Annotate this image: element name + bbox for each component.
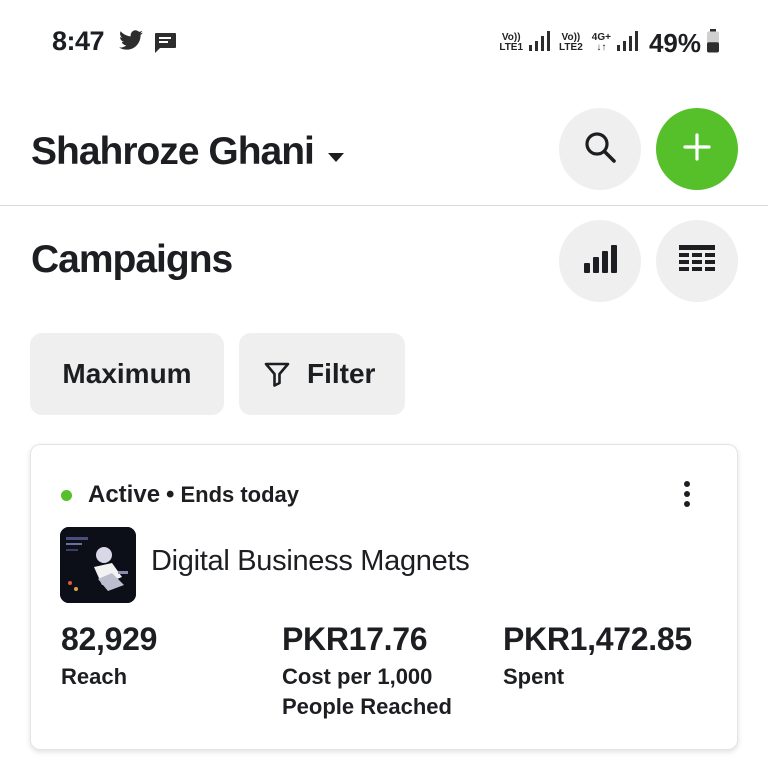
campaign-name: Digital Business Magnets — [151, 545, 470, 577]
table-view-button[interactable] — [656, 220, 738, 302]
metric-label: Reach — [61, 664, 128, 689]
account-dropdown-icon[interactable] — [328, 150, 344, 168]
metric-label: Spent — [503, 664, 565, 689]
filter-label: Filter — [307, 358, 376, 389]
plus-icon — [682, 132, 712, 167]
sim2-network-label: LTE2 — [559, 42, 583, 53]
signal-strength-icon — [528, 30, 551, 57]
header-divider — [0, 205, 768, 206]
sim1-label: Vo)) LTE1 — [499, 33, 523, 53]
search-icon — [582, 129, 618, 170]
account-name[interactable]: Shahroze Ghani — [31, 130, 315, 174]
metric-spent: PKR1,472.85 Spent — [503, 621, 692, 692]
date-range-button[interactable]: Maximum — [30, 333, 224, 415]
filter-button[interactable]: Filter — [239, 333, 405, 415]
campaign-thumbnail — [60, 527, 136, 603]
more-options-icon[interactable] — [677, 481, 697, 511]
metric-value: PKR17.76 — [282, 621, 428, 657]
sim2-label: Vo)) LTE2 — [559, 33, 583, 53]
metric-cost-per-reach: PKR17.76 Cost per 1,000 People Reached — [282, 621, 472, 722]
status-indicators: Vo)) LTE1 Vo)) LTE2 4G+ ↓↑ 49% — [499, 26, 720, 60]
account-header: Shahroze Ghani — [0, 106, 768, 204]
status-separator: • — [166, 481, 175, 508]
message-bubble-icon — [153, 32, 177, 59]
sim1-network-label: LTE1 — [499, 42, 524, 53]
status-dot — [61, 489, 72, 501]
metric-reach: 82,929 Reach — [61, 621, 157, 692]
battery-percent: 49% — [648, 27, 701, 58]
campaign-card[interactable]: Active • Ends today Digital Business Mag… — [30, 444, 738, 750]
date-range-label: Maximum — [62, 358, 192, 389]
create-campaign-button[interactable] — [656, 108, 738, 190]
data-activity-arrows: ↓↑ — [596, 42, 607, 53]
metric-value: 82,929 — [61, 621, 158, 657]
status-label: Active — [88, 481, 161, 508]
signal-strength-icon — [616, 30, 638, 57]
table-icon — [679, 244, 715, 278]
status-bar: 8:47 Vo)) LTE1 Vo)) LTE2 4G+ ↓↑ 49% — [0, 0, 768, 86]
data-type-label: 4G+ ↓↑ — [592, 33, 611, 53]
metric-label: Cost per 1,000 People Reached — [282, 664, 452, 719]
search-button[interactable] — [559, 108, 641, 190]
section-title: Campaigns — [31, 238, 233, 281]
bar-chart-icon — [582, 243, 618, 280]
campaign-status: Active • Ends today — [61, 481, 299, 509]
status-time: 8:47 — [52, 26, 105, 56]
battery-icon — [706, 28, 720, 58]
filter-icon — [263, 360, 291, 388]
end-date-label: Ends today — [180, 482, 300, 507]
metric-value: PKR1,472.85 — [503, 621, 692, 657]
insights-button[interactable] — [559, 220, 641, 302]
twitter-bird-icon — [118, 30, 144, 57]
